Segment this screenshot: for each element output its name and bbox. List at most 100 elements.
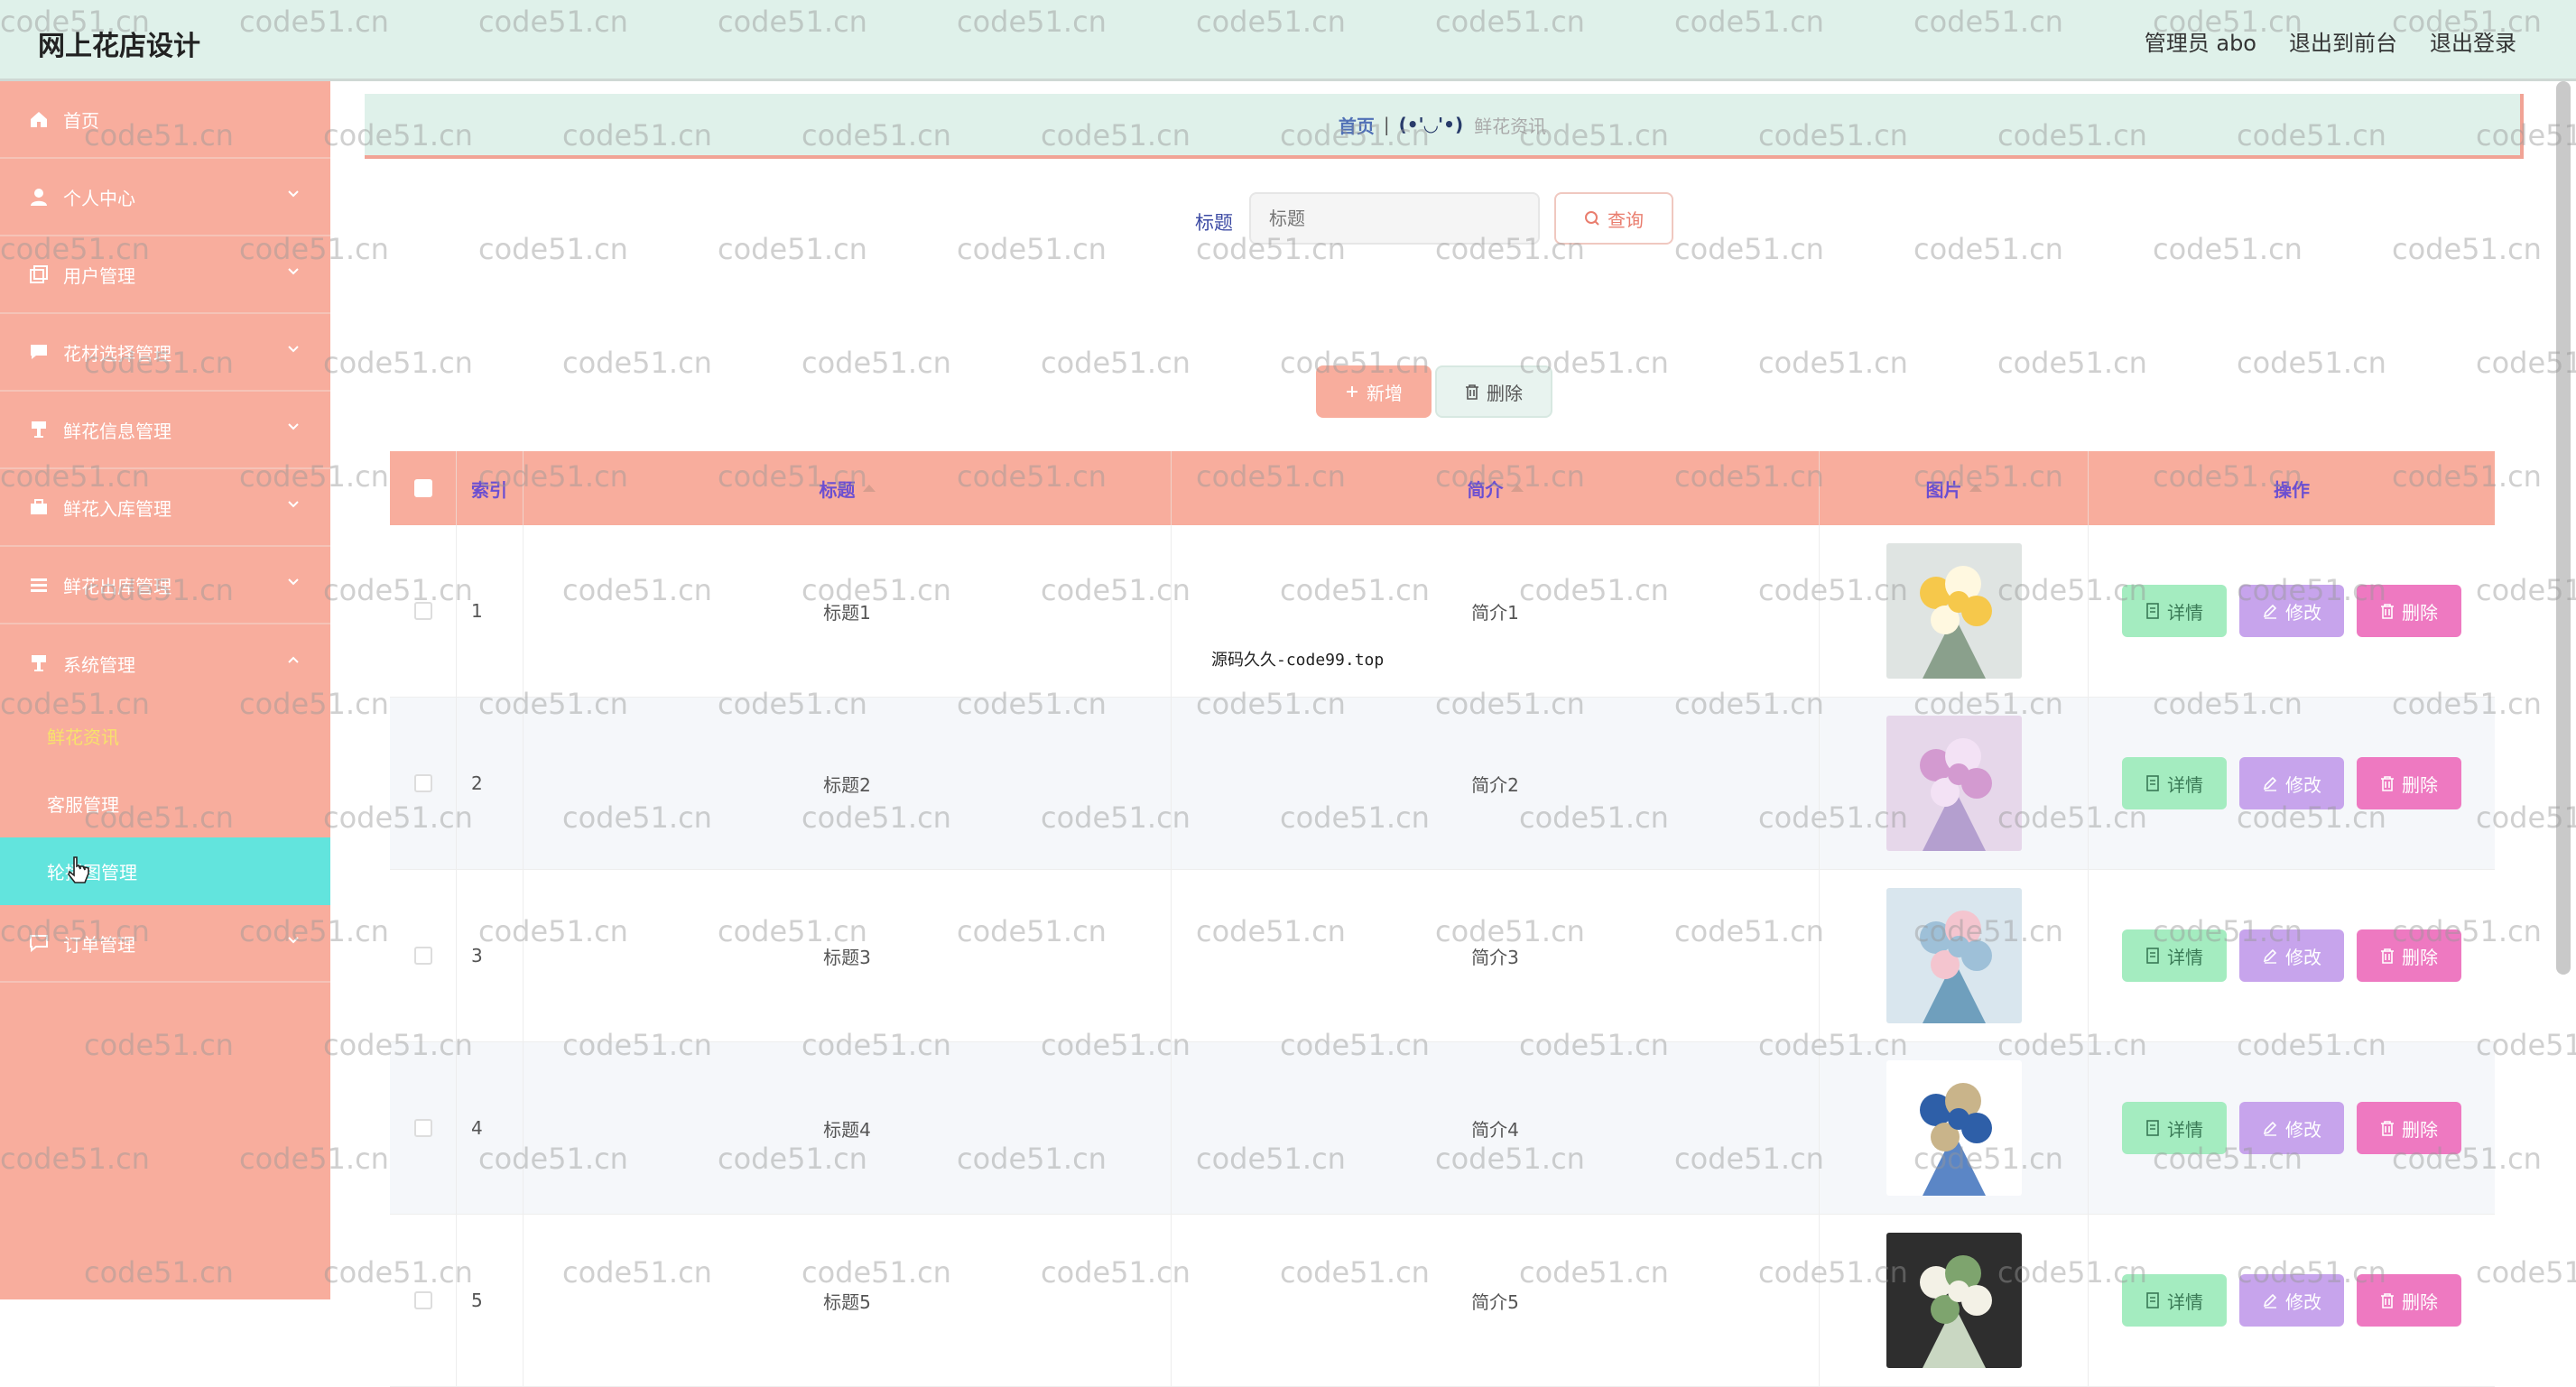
column-header-image[interactable]: 图片 [1820,451,2089,525]
sidebar-item-flower-info[interactable]: 鲜花信息管理 [0,392,330,469]
edit-button[interactable]: 修改 [2239,1102,2344,1154]
sort-icon[interactable] [862,485,876,492]
column-header-label: 简介 [1467,478,1504,501]
flower-image[interactable] [1886,1233,2022,1368]
pencil-icon [2263,1121,2277,1136]
sidebar-item-label: 花材选择管理 [63,342,171,365]
flower-image[interactable] [1886,716,2022,851]
top-header: 网上花店设计 管理员 abo 退出到前台 退出登录 [0,0,2576,81]
column-header-actions: 操作 [2089,451,2495,525]
sidebar-item-stock-in[interactable]: 鲜花入库管理 [0,469,330,547]
row-intro-value: 简介3 [1471,946,1519,968]
row-title-value: 标题2 [823,773,871,796]
row-checkbox[interactable] [413,947,432,965]
flower-image[interactable] [1886,888,2022,1023]
batch-delete-button[interactable]: 删除 [1435,365,1552,418]
chevron-down-icon [288,190,299,198]
edit-button[interactable]: 修改 [2239,585,2344,637]
flower-image[interactable] [1886,1060,2022,1196]
sidebar-item-personal[interactable]: 个人中心 [0,159,330,236]
row-intro: 简介3 [1172,870,1820,1041]
detail-button-label: 详情 [2167,1290,2203,1313]
goblet-icon [27,652,51,675]
select-all-cell [390,451,457,525]
column-header-intro[interactable]: 简介 [1172,451,1820,525]
search-input[interactable] [1249,192,1540,245]
chevron-down-icon [288,423,299,430]
person-icon [27,185,51,208]
submenu-item-flower-news[interactable]: 鲜花资讯 [0,702,330,770]
query-button[interactable]: 查询 [1554,192,1673,245]
row-checkbox[interactable] [413,1119,432,1137]
row-checkbox-cell [390,698,457,869]
row-checkbox-cell [390,1215,457,1386]
edit-button[interactable]: 修改 [2239,1274,2344,1327]
table-row: 5 标题5 简介5 详情 修改 删除 [390,1215,2495,1387]
sidebar-item-home[interactable]: 首页 [0,81,330,159]
row-index: 1 [457,525,524,697]
detail-button[interactable]: 详情 [2122,1274,2227,1327]
row-intro: 简介4 [1172,1042,1820,1214]
submenu-item-carousel[interactable]: 轮播图管理 [0,837,330,905]
breadcrumb-home[interactable]: 首页 [1339,112,1375,138]
delete-button[interactable]: 删除 [2357,1102,2461,1154]
chevron-down-icon [288,937,299,944]
sidebar-item-material[interactable]: 花材选择管理 [0,314,330,392]
row-intro-value: 简介2 [1471,773,1519,796]
submenu-item-customer-service[interactable]: 客服管理 [0,770,330,837]
select-all-checkbox[interactable] [413,479,432,497]
edit-button[interactable]: 修改 [2239,929,2344,982]
breadcrumb-separator: | [1383,114,1390,135]
row-title: 标题1 [524,525,1172,697]
delete-button[interactable]: 删除 [2357,757,2461,809]
delete-button[interactable]: 删除 [2357,585,2461,637]
logout-link[interactable]: 退出登录 [2430,25,2516,57]
detail-button-label: 详情 [2167,773,2203,796]
delete-button[interactable]: 删除 [2357,929,2461,982]
sidebar-item-label: 系统管理 [63,653,135,676]
column-header-label: 索引 [471,478,507,501]
row-checkbox[interactable] [413,774,432,792]
detail-button[interactable]: 详情 [2122,1102,2227,1154]
briefcase-icon [27,495,51,519]
overlay-watermark-text: 源码久久-code99.top [1211,651,1385,670]
detail-button-label: 详情 [2167,946,2203,968]
search-bar: 标题 查询 [365,192,2524,246]
detail-button[interactable]: 详情 [2122,585,2227,637]
delete-button-label: 删除 [2402,1290,2438,1313]
sidebar-item-system[interactable]: 系统管理 [0,624,330,702]
edit-button[interactable]: 修改 [2239,757,2344,809]
sort-icon[interactable] [1969,485,1982,492]
row-checkbox-cell [390,525,457,697]
pencil-icon [2263,776,2277,791]
sidebar-item-orders[interactable]: 订单管理 [0,905,330,983]
to-front-link[interactable]: 退出到前台 [2289,25,2397,57]
document-icon [2146,603,2159,619]
row-checkbox[interactable] [413,1291,432,1309]
chevron-down-icon [288,578,299,586]
chevron-down-icon [288,346,299,353]
row-image-cell [1820,1215,2089,1386]
delete-button[interactable]: 删除 [2357,1274,2461,1327]
detail-button[interactable]: 详情 [2122,929,2227,982]
add-button-label: 新增 [1367,382,1403,404]
add-button[interactable]: 新增 [1316,365,1432,418]
goblet-icon [27,418,51,441]
row-intro-value: 简介1 [1471,601,1519,624]
flower-image[interactable] [1886,543,2022,679]
sidebar-item-stock-out[interactable]: 鲜花出库管理 [0,547,330,624]
trash-icon [2381,604,2394,619]
action-buttons: 详情 修改 删除 [2122,1102,2461,1154]
scrollbar[interactable] [2556,81,2571,975]
query-button-label: 查询 [1608,208,1644,231]
column-header-label: 操作 [2274,478,2310,501]
column-header-title[interactable]: 标题 [524,451,1172,525]
action-buttons: 详情 修改 删除 [2122,1274,2461,1327]
row-index-value: 1 [471,600,483,622]
detail-button[interactable]: 详情 [2122,757,2227,809]
sort-icon[interactable] [1510,485,1524,492]
row-checkbox[interactable] [413,602,432,620]
sidebar-item-users[interactable]: 用户管理 [0,236,330,314]
row-image-cell [1820,698,2089,869]
pencil-icon [2263,604,2277,619]
